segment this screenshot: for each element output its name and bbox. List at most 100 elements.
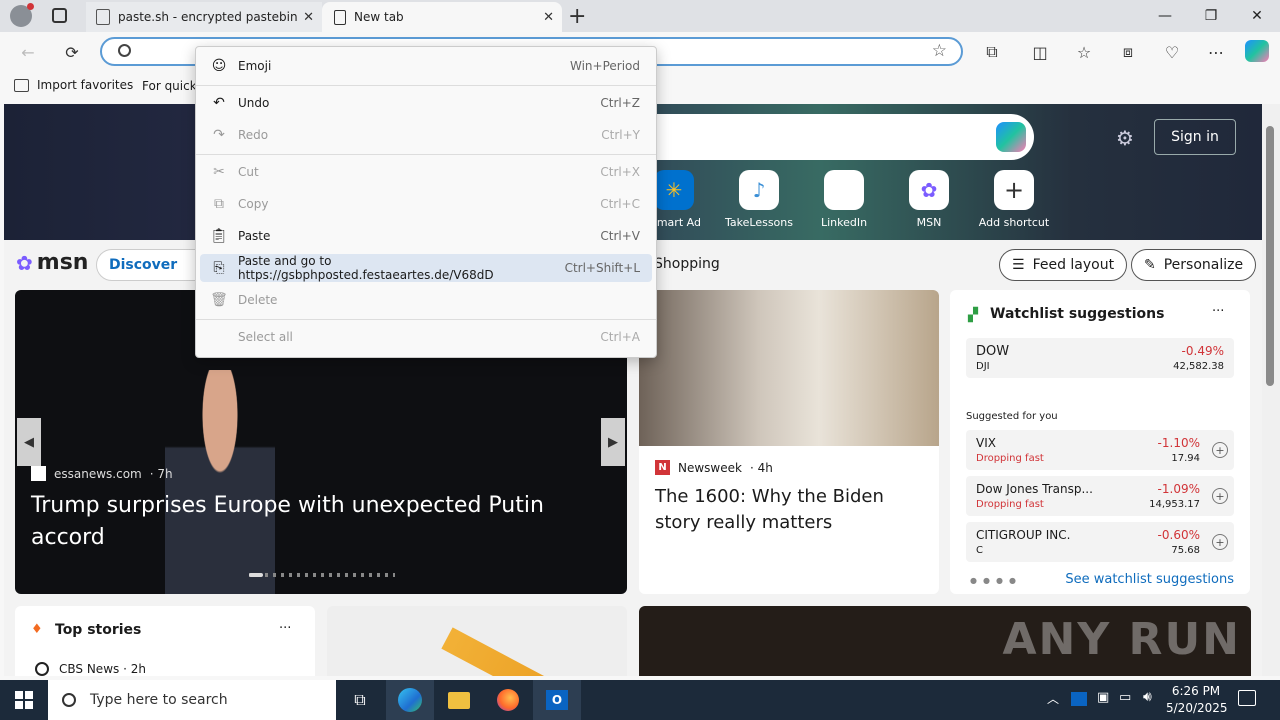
menu-label: Copy [238,197,269,211]
tray-outlook-icon[interactable] [1071,692,1087,706]
story-headline[interactable]: Trump surprises Europe with unexpected P… [31,490,571,554]
tray-chevron-icon[interactable]: ︿ [1047,690,1059,707]
watchlist-more-button[interactable]: ··· [1212,304,1224,319]
tray-device-icon[interactable]: ▣ [1097,690,1109,705]
more-menu-icon[interactable]: ⋯ [1204,41,1228,63]
carousel-dots [249,573,395,577]
tile-takelessons[interactable]: ♪ TakeLessons [719,170,799,229]
watchlist-row-dow[interactable]: DOW DJI -0.49% 42,582.38 [966,338,1234,378]
see-watchlist-link[interactable]: See watchlist suggestions [1065,572,1234,587]
favorite-star-icon[interactable]: ☆ [932,41,947,61]
linkedin-icon [824,170,864,210]
symbol-price: 42,582.38 [1173,361,1224,372]
task-view-button[interactable]: ⧉ [336,680,384,720]
symbol-change: -0.60% [1157,528,1200,542]
restore-button[interactable]: ❐ [1188,0,1234,32]
pagination-dots: ●●●● [970,576,1022,585]
new-tab-button[interactable]: + [568,4,586,29]
menu-item-copy: ⧉ Copy Ctrl+C [200,190,652,218]
add-to-watchlist-button[interactable]: + [1212,442,1228,458]
settings-icon[interactable]: ⚙ [1116,126,1134,150]
discover-label: Discover [109,257,178,273]
import-icon [14,78,29,92]
import-label: Import favorites [37,78,134,92]
windows-icon [15,691,33,709]
network-icon[interactable]: ▭ [1119,690,1131,705]
story-image-card[interactable]: ANY RUN [639,606,1251,676]
personalize-label: Personalize [1163,257,1244,273]
close-tab-icon[interactable]: ✕ [303,10,314,25]
web-search-box[interactable] [634,114,1034,160]
clock[interactable]: 6:26 PM 5/20/2025 [1166,683,1228,717]
symbol-sub: C [976,545,983,556]
start-button[interactable] [0,680,48,720]
redo-icon: ↷ [213,127,225,143]
top-stories-more-button[interactable]: ··· [279,621,291,636]
minimize-button[interactable]: — [1142,0,1188,32]
tab-pastesh[interactable]: paste.sh - encrypted pastebin ✕ [86,2,322,32]
tab-shopping[interactable]: Shopping [654,256,720,272]
watchlist-row-vix[interactable]: VIX Dropping fast -1.10% 17.94 + [966,430,1234,470]
watchlist-row-dow-transp[interactable]: Dow Jones Transp... Dropping fast -1.09%… [966,476,1234,516]
title-bar: paste.sh - encrypted pastebin ✕ New tab … [0,0,1280,32]
close-window-button[interactable]: ✕ [1234,0,1280,32]
copilot-icon[interactable] [996,122,1026,152]
watchlist-row-citigroup[interactable]: CITIGROUP INC. C -0.60% 75.68 + [966,522,1234,562]
volume-icon[interactable]: 🔊︎ [1143,689,1152,705]
story-image-card[interactable] [327,606,627,676]
tile-add-shortcut[interactable]: + Add shortcut [974,170,1054,229]
takelessons-icon: ♪ [739,170,779,210]
profile-icon[interactable] [10,3,34,27]
notifications-icon[interactable] [1238,690,1256,706]
tile-linkedin[interactable]: LinkedIn [804,170,884,229]
tile-msn[interactable]: ✿ MSN [889,170,969,229]
close-tab-icon[interactable]: ✕ [543,10,554,25]
search-icon [118,44,131,57]
menu-item-select-all: Select all Ctrl+A [200,323,652,351]
refresh-button[interactable]: ⟳ [60,41,84,63]
extensions-icon[interactable]: ⧉ [980,41,1004,63]
emoji-icon: ☺ [211,58,227,74]
next-arrow-button[interactable]: ▶ [601,418,625,466]
personalize-button[interactable]: ✎ Personalize [1131,249,1257,281]
story-photo [165,370,275,594]
msn-logo[interactable]: ✿ msn [16,250,88,275]
sign-in-button[interactable]: Sign in [1154,119,1236,155]
prev-arrow-button[interactable]: ◀ [17,418,41,466]
back-button[interactable]: ← [16,41,40,63]
pencil-image [441,627,603,676]
story-photo [639,290,939,446]
performance-icon[interactable]: ♡ [1160,41,1184,63]
favorites-icon[interactable]: ☆ [1072,41,1096,63]
feed-layout-button[interactable]: ☰ Feed layout [999,249,1128,281]
menu-separator [196,154,656,155]
file-explorer-icon[interactable] [435,680,483,720]
watchlist-icon: ▞ [968,308,978,323]
outlook-icon[interactable]: O [533,680,581,720]
copilot-icon[interactable] [1245,40,1269,62]
suggested-label: Suggested for you [966,411,1058,422]
tab-new-tab[interactable]: New tab ✕ [322,2,562,32]
collections-icon[interactable]: ⧈ [1116,41,1140,63]
fire-icon: ♦ [31,622,43,637]
edge-taskbar-icon[interactable] [386,680,434,720]
firefox-icon[interactable] [484,680,532,720]
taskbar-search-placeholder: Type here to search [90,692,228,708]
add-to-watchlist-button[interactable]: + [1212,488,1228,504]
story-headline[interactable]: The 1600: Why the Biden story really mat… [655,484,925,536]
page-scrollbar[interactable] [1262,104,1280,676]
menu-label: Paste [238,229,271,243]
import-favorites[interactable]: Import favorites [14,78,133,92]
news-card-biden[interactable]: N Newsweek · 4h The 1600: Why the Biden … [639,290,939,594]
menu-item-undo[interactable]: ↶ Undo Ctrl+Z [200,89,652,117]
split-screen-icon[interactable]: ◫ [1028,41,1052,63]
tab-actions-icon[interactable] [52,8,67,23]
tab-title: New tab [354,10,404,24]
menu-item-paste-and-go[interactable]: ⎘ Paste and go to https://gsbphposted.fes… [200,254,652,282]
menu-label: Undo [238,96,270,110]
add-to-watchlist-button[interactable]: + [1212,534,1228,550]
taskbar-search[interactable]: Type here to search [48,680,336,720]
menu-item-emoji[interactable]: ☺ Emoji Win+Period [200,52,652,80]
menu-separator [196,85,656,86]
menu-item-paste[interactable]: 📋︎ Paste Ctrl+V [200,222,652,250]
